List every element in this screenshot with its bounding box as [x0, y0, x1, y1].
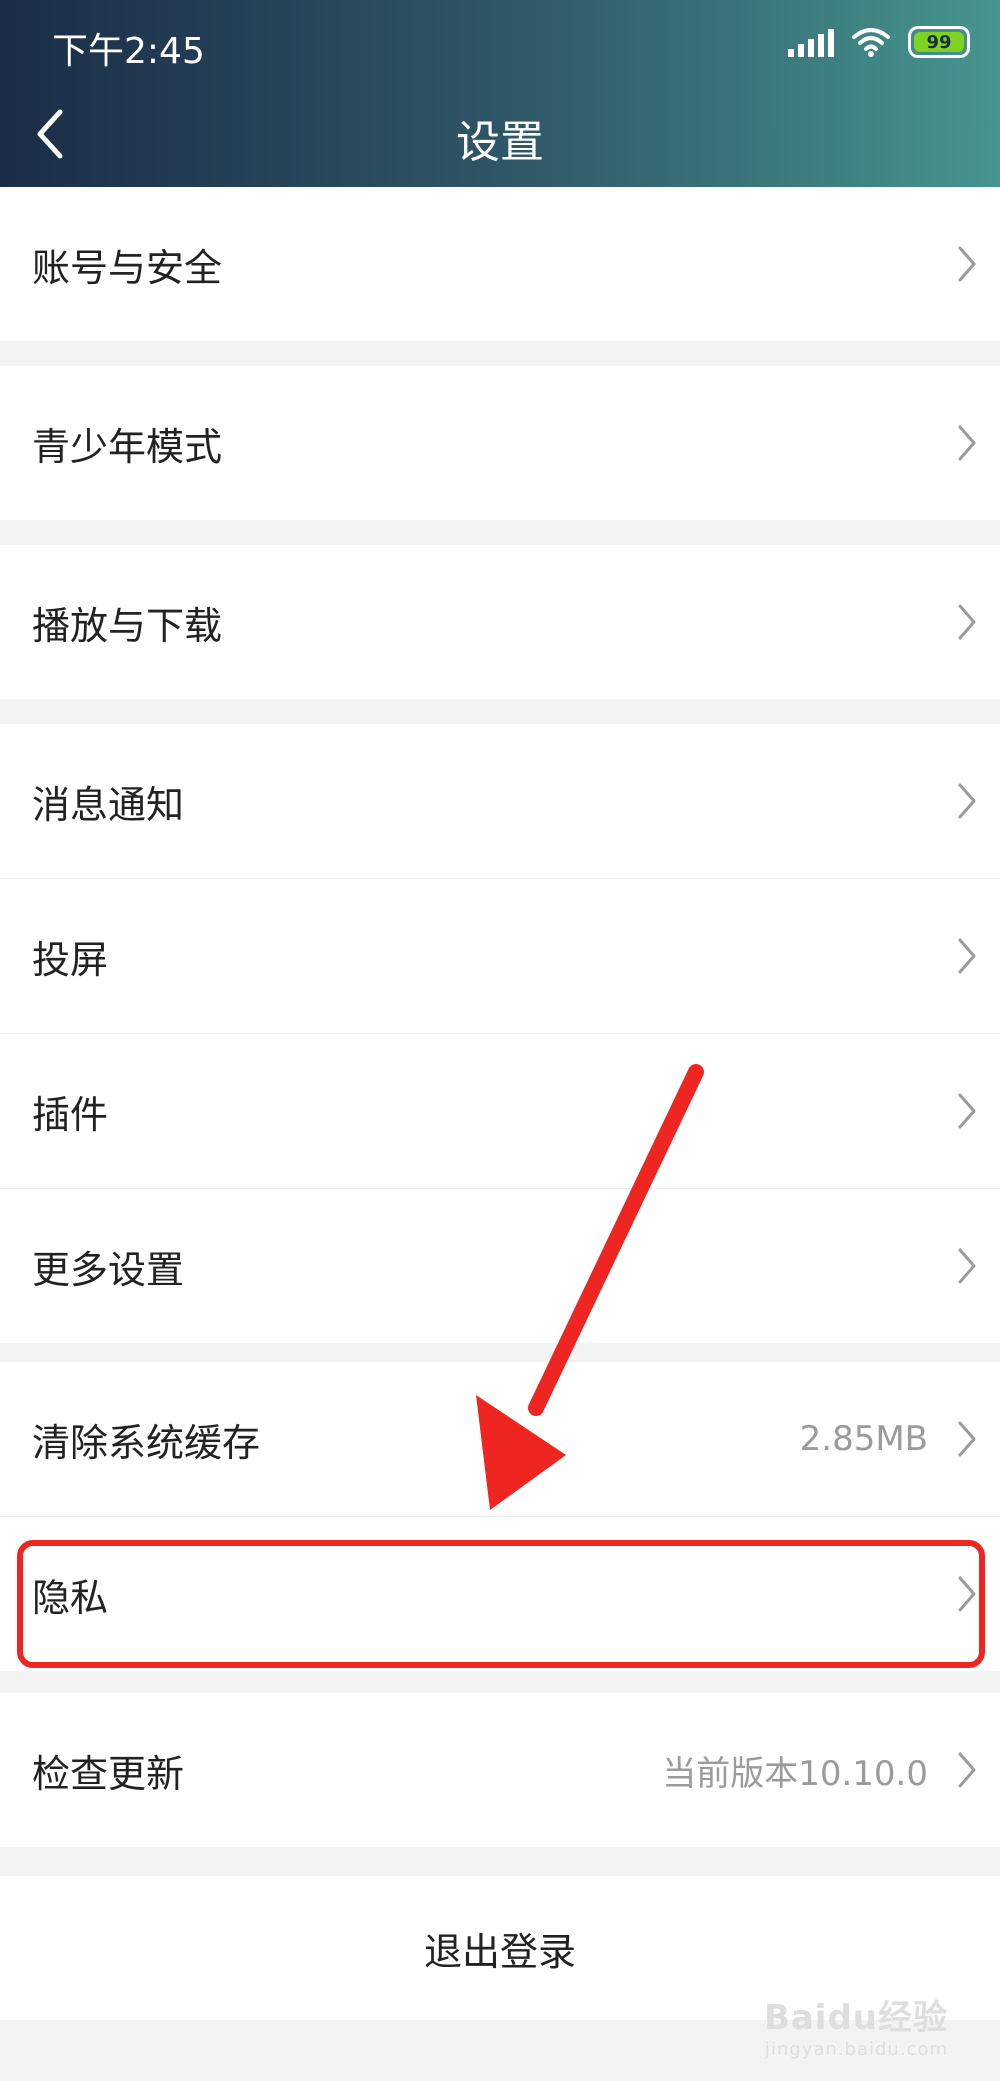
signal-icon — [788, 27, 834, 57]
settings-item-label: 青少年模式 — [32, 424, 223, 469]
settings-item-label: 投屏 — [32, 937, 109, 982]
privacy-highlight-box — [17, 1540, 985, 1668]
settings-item-playback-download[interactable]: 播放与下载 — [0, 545, 1000, 699]
settings-group: 检查更新 当前版本10.10.0 — [0, 1693, 1000, 1847]
settings-item-label: 账号与安全 — [32, 245, 223, 290]
status-time: 下午2:45 — [52, 31, 205, 72]
settings-item-teen-mode[interactable]: 青少年模式 — [0, 366, 1000, 520]
logout-label: 退出登录 — [423, 1929, 576, 1974]
settings-item-label: 插件 — [32, 1092, 109, 1137]
status-icons: 99 — [788, 26, 970, 58]
chevron-right-icon — [958, 246, 976, 282]
settings-item-plugins[interactable]: 插件 — [0, 1034, 1000, 1189]
settings-item-account-security[interactable]: 账号与安全 — [0, 187, 1000, 341]
settings-group: 账号与安全 — [0, 187, 1000, 341]
chevron-right-icon — [958, 1752, 976, 1788]
chevron-right-icon — [958, 1248, 976, 1284]
settings-item-label: 消息通知 — [32, 782, 185, 827]
watermark-url: jingyan.baidu.com — [764, 2039, 948, 2060]
chevron-right-icon — [958, 604, 976, 640]
cache-size-value: 2.85MB — [799, 1419, 928, 1459]
settings-item-label: 更多设置 — [32, 1247, 185, 1292]
settings-item-label: 清除系统缓存 — [32, 1420, 261, 1465]
settings-item-notifications[interactable]: 消息通知 — [0, 724, 1000, 879]
chevron-right-icon — [958, 1421, 976, 1457]
settings-item-check-update[interactable]: 检查更新 当前版本10.10.0 — [0, 1693, 1000, 1847]
chevron-right-icon — [958, 425, 976, 461]
chevron-right-icon — [958, 938, 976, 974]
settings-item-label: 检查更新 — [32, 1751, 185, 1796]
page-title: 设置 — [456, 117, 544, 168]
chevron-right-icon — [958, 1093, 976, 1129]
settings-item-clear-cache[interactable]: 清除系统缓存 2.85MB — [0, 1362, 1000, 1517]
settings-item-more-settings[interactable]: 更多设置 — [0, 1189, 1000, 1343]
app-header: 下午2:45 99 设置 — [0, 0, 1000, 187]
watermark-brand: Baidu经验 — [763, 1998, 948, 2038]
chevron-right-icon — [958, 783, 976, 819]
watermark: Baidu经验 jingyan.baidu.com — [764, 1990, 948, 2060]
settings-group: 播放与下载 — [0, 545, 1000, 699]
battery-icon: 99 — [908, 26, 970, 58]
battery-level: 99 — [926, 31, 952, 53]
current-version-value: 当前版本10.10.0 — [662, 1753, 928, 1794]
settings-group: 消息通知 投屏 插件 更多设置 — [0, 724, 1000, 1343]
settings-item-cast[interactable]: 投屏 — [0, 879, 1000, 1034]
settings-group: 青少年模式 — [0, 366, 1000, 520]
settings-item-label: 播放与下载 — [32, 603, 223, 648]
wifi-icon — [852, 28, 890, 57]
